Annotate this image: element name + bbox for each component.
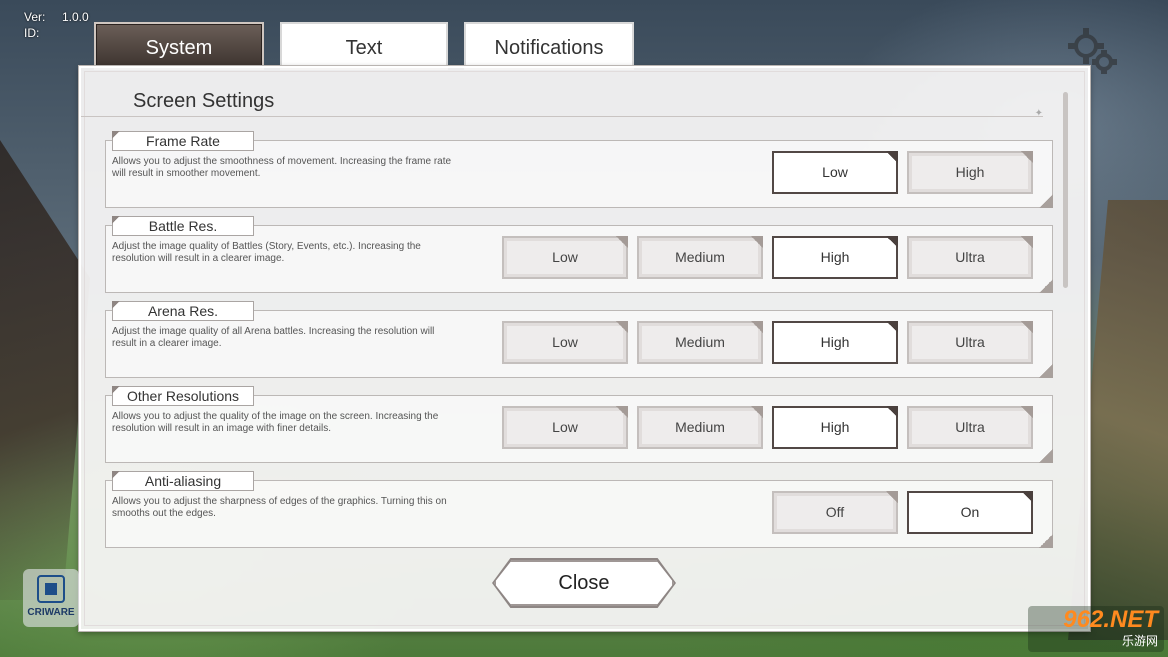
watermark: 962.NET 乐游网 xyxy=(1028,606,1164,652)
close-button-wrapper[interactable]: Close xyxy=(492,558,676,608)
setting-description: Adjust the image quality of all Arena ba… xyxy=(112,326,435,349)
setting-label: Arena Res. xyxy=(112,301,254,321)
setting-description: Allows you to adjust the sharpness of ed… xyxy=(112,496,447,519)
title-divider xyxy=(81,108,1043,119)
battle-res-low-button[interactable]: Low xyxy=(502,236,628,279)
other-res-high-button[interactable]: High xyxy=(772,406,898,449)
setting-arena-res: Arena Res. Adjust the image quality of a… xyxy=(105,301,1053,378)
setting-battle-res: Battle Res. Adjust the image quality of … xyxy=(105,216,1053,293)
frame-rate-low-button[interactable]: Low xyxy=(772,151,898,194)
other-res-low-button[interactable]: Low xyxy=(502,406,628,449)
tab-notifications[interactable]: Notifications xyxy=(464,22,634,70)
version-label: Ver: xyxy=(24,10,46,24)
setting-description: Adjust the image quality of Battles (Sto… xyxy=(112,241,421,264)
other-res-medium-button[interactable]: Medium xyxy=(637,406,763,449)
setting-description: Allows you to adjust the quality of the … xyxy=(112,411,439,434)
criware-label: CRIWARE xyxy=(27,607,75,618)
setting-label: Anti-aliasing xyxy=(112,471,254,491)
setting-label: Other Resolutions xyxy=(112,386,254,406)
tab-system[interactable]: System xyxy=(94,22,264,70)
version-info: Ver: 1.0.0 ID: xyxy=(24,9,89,41)
setting-anti-aliasing: Anti-aliasing Allows you to adjust the s… xyxy=(105,471,1053,548)
anti-aliasing-on-button[interactable]: On xyxy=(907,491,1033,534)
battle-res-medium-button[interactable]: Medium xyxy=(637,236,763,279)
version-value: 1.0.0 xyxy=(62,10,89,24)
watermark-subtext: 乐游网 xyxy=(1121,634,1158,648)
anti-aliasing-off-button[interactable]: Off xyxy=(772,491,898,534)
battle-res-high-button[interactable]: High xyxy=(772,236,898,279)
close-button[interactable]: Close xyxy=(494,560,674,606)
setting-other-resolutions: Other Resolutions Allows you to adjust t… xyxy=(105,386,1053,463)
battle-res-ultra-button[interactable]: Ultra xyxy=(907,236,1033,279)
id-label: ID: xyxy=(24,26,40,40)
setting-label: Frame Rate xyxy=(112,131,254,151)
watermark-logo-text: 962.NET xyxy=(1063,606,1158,633)
arena-res-medium-button[interactable]: Medium xyxy=(637,321,763,364)
setting-frame-rate: Frame Rate Allows you to adjust the smoo… xyxy=(105,131,1053,208)
criware-logo: CRIWARE xyxy=(23,569,79,627)
criware-logo-icon xyxy=(37,575,65,603)
scrollbar[interactable] xyxy=(1063,92,1068,288)
section-title: Screen Settings xyxy=(133,90,275,112)
setting-label: Battle Res. xyxy=(112,216,254,236)
arena-res-ultra-button[interactable]: Ultra xyxy=(907,321,1033,364)
setting-description: Allows you to adjust the smoothness of m… xyxy=(112,156,452,179)
arena-res-high-button[interactable]: High xyxy=(772,321,898,364)
other-res-ultra-button[interactable]: Ultra xyxy=(907,406,1033,449)
settings-panel: Screen Settings Frame Rate Allows you to… xyxy=(79,66,1090,631)
tab-text[interactable]: Text xyxy=(280,22,448,70)
arena-res-low-button[interactable]: Low xyxy=(502,321,628,364)
frame-rate-high-button[interactable]: High xyxy=(907,151,1033,194)
